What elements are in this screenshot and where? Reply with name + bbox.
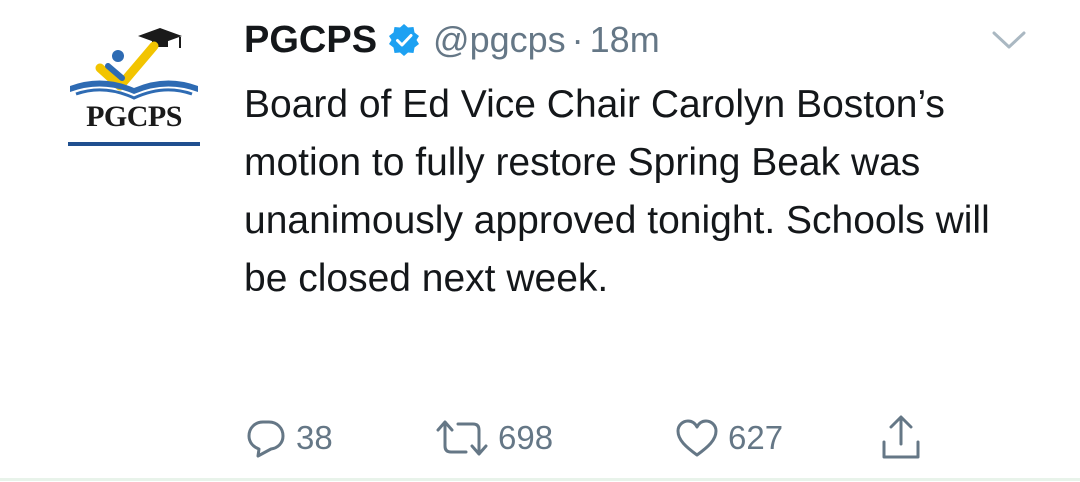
retweet-button[interactable]: 698 <box>434 416 674 460</box>
reply-button[interactable]: 38 <box>244 416 434 460</box>
avatar-underline <box>68 142 200 146</box>
avatar-logo-text: PGCPS <box>86 100 182 133</box>
share-icon <box>882 415 920 459</box>
handle[interactable]: @pgcps <box>433 19 566 61</box>
tweet-header: PGCPS @pgcps · 18m <box>244 14 660 66</box>
retweet-icon <box>436 420 488 456</box>
avatar[interactable]: PGCPS <box>62 18 206 148</box>
reply-count: 38 <box>296 419 333 456</box>
verified-badge-icon <box>387 23 421 57</box>
tweet-card: PGCPS PGCPS @pgcps · 18m Board of Ed Vic… <box>0 0 1080 482</box>
separator-dot: · <box>571 19 584 60</box>
display-name[interactable]: PGCPS <box>244 19 377 62</box>
heart-icon <box>676 419 718 457</box>
like-count: 627 <box>728 419 784 456</box>
divider <box>0 478 1080 481</box>
timestamp[interactable]: 18m <box>590 19 660 61</box>
retweet-count: 698 <box>498 419 554 456</box>
tweet-text: Board of Ed Vice Chair Carolyn Boston’s … <box>244 83 990 300</box>
reply-icon <box>247 420 285 458</box>
tweet-actions: 38 698 627 <box>244 412 923 464</box>
like-button[interactable]: 627 <box>674 416 879 460</box>
chevron-down-icon[interactable] <box>990 28 1028 52</box>
pgcps-logo-icon <box>70 28 198 100</box>
share-button[interactable] <box>879 414 923 462</box>
